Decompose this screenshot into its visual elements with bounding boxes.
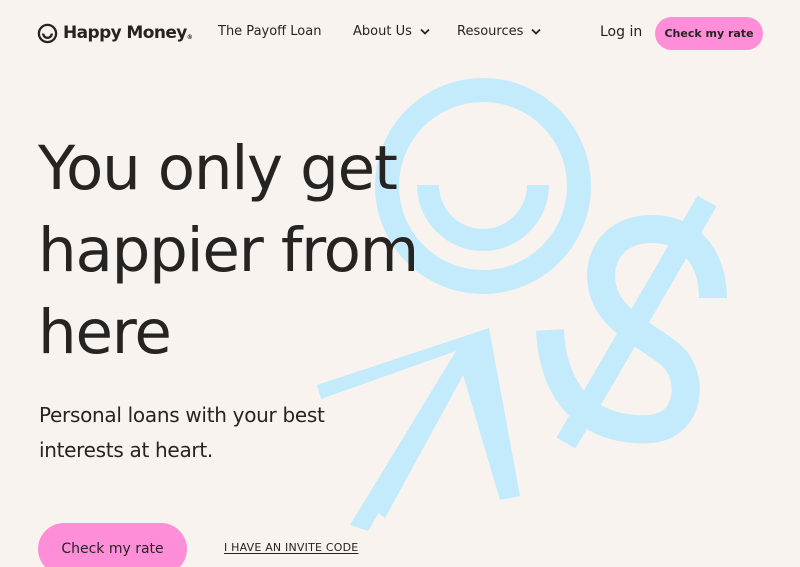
- nav-item-label: Resources: [457, 24, 524, 39]
- nav-item-label: About Us: [353, 24, 412, 39]
- hero-subtitle: Personal loans with your best interests …: [39, 403, 325, 462]
- registered-mark: ®: [186, 33, 193, 41]
- nav-item-resources[interactable]: Resources: [457, 24, 542, 39]
- chevron-down-icon: [531, 28, 542, 35]
- hero-title: You only get happier from here: [38, 133, 419, 368]
- main-nav: Happy Money ® The Payoff Loan About Us R…: [0, 0, 800, 66]
- logo-text: Happy Money: [63, 23, 187, 43]
- check-rate-hero-button[interactable]: Check my rate: [38, 523, 187, 567]
- nav-item-label: The Payoff Loan: [218, 24, 322, 39]
- smile-icon: [37, 23, 58, 43]
- login-link[interactable]: Log in: [600, 24, 642, 40]
- happy-money-logo[interactable]: Happy Money ®: [37, 21, 193, 45]
- nav-item-payoff-loan[interactable]: The Payoff Loan: [218, 24, 321, 39]
- chevron-down-icon: [420, 28, 430, 35]
- page: Happy Money ® The Payoff Loan About Us R…: [0, 0, 800, 567]
- invite-code-link[interactable]: I HAVE AN INVITE CODE: [224, 541, 358, 554]
- check-rate-nav-button[interactable]: Check my rate: [655, 17, 763, 50]
- nav-item-about-us[interactable]: About Us: [353, 24, 430, 39]
